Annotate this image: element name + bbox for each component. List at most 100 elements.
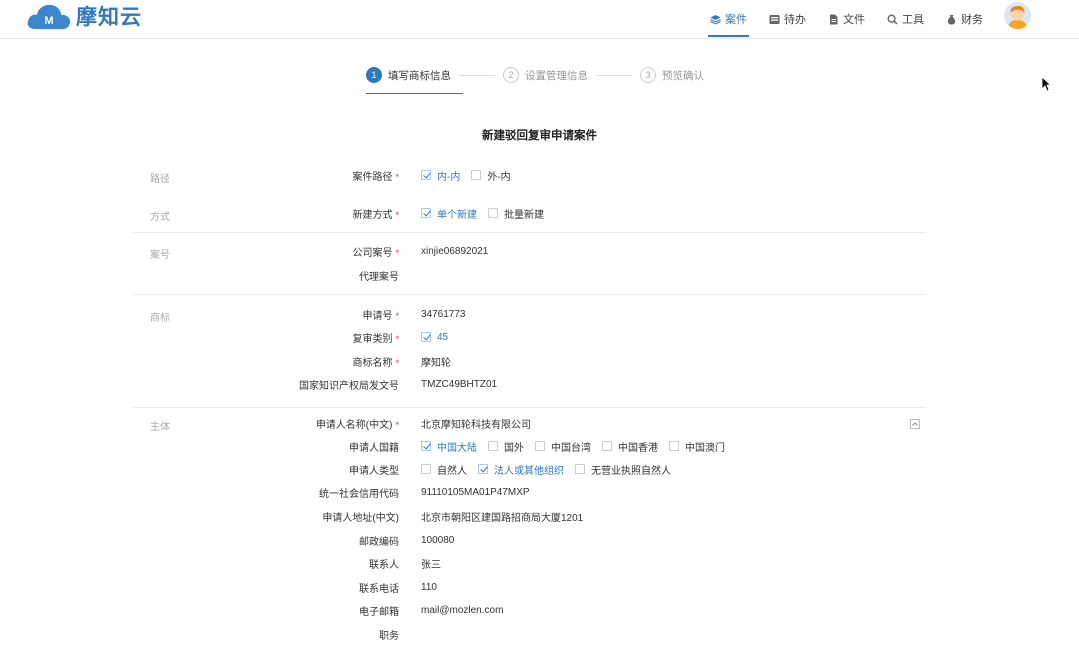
field-label: 申请号 * — [362, 310, 399, 322]
case-route-row: 案件路径 * 内-内 外-内 — [0, 167, 1079, 183]
checkbox[interactable] — [535, 441, 545, 451]
checkbox-option-inner[interactable]: 内-内 — [421, 168, 460, 183]
contact-row: 联系人 张三 — [0, 555, 1079, 571]
email-value[interactable]: mail@mozlen.com — [421, 605, 503, 616]
company-case-no-value[interactable]: xinjie06892021 — [421, 246, 488, 257]
contact-value[interactable]: 张三 — [421, 556, 441, 571]
field-label: 申请人地址(中文) — [322, 512, 399, 524]
step-label: 预览确认 — [662, 69, 704, 82]
checkbox-checked[interactable] — [421, 332, 431, 342]
cnipa-doc-no-row: 国家知识产权局发文号 TMZC49BHTZ01 — [0, 376, 1079, 392]
checkbox[interactable] — [669, 441, 679, 451]
review-class-row: 复审类别 * 45 — [0, 329, 1079, 345]
applicant-name-row: 申请人名称(中文) * 北京摩知轮科技有限公司 — [0, 415, 1079, 431]
step-label: 设置管理信息 — [525, 69, 588, 82]
applicant-type-row: 申请人类型 自然人 法人或其他组织 无营业执照自然人 — [0, 461, 1079, 477]
checkbox-option-legal-entity[interactable]: 法人或其他组织 — [478, 462, 564, 477]
agent-case-no-row: 代理案号 — [0, 267, 1079, 283]
step-number: 1 — [366, 67, 382, 83]
company-case-no-row: 公司案号 * xinjie06892021 — [0, 243, 1079, 259]
nav-label: 待办 — [784, 14, 806, 26]
address-row: 申请人地址(中文) 北京市朝阳区建国路招商局大厦1201 — [0, 508, 1079, 524]
nav-item-tools[interactable]: 工具 — [887, 0, 924, 38]
applicant-nationality-row: 申请人国籍 中国大陆 国外 中国台湾 中国香港 中国澳门 — [0, 438, 1079, 454]
checkbox[interactable] — [602, 441, 612, 451]
nav-label: 财务 — [961, 14, 983, 26]
field-label: 联系人 — [369, 559, 399, 571]
email-row: 电子邮箱 mail@mozlen.com — [0, 602, 1079, 618]
inbox-icon — [769, 14, 780, 25]
step-number: 2 — [503, 67, 519, 83]
checkbox-checked[interactable] — [421, 170, 431, 180]
step-label: 填写商标信息 — [388, 69, 451, 82]
step-2[interactable]: 2 设置管理信息 — [503, 67, 588, 83]
case-route-options: 内-内 外-内 — [421, 168, 522, 183]
phone-row: 联系电话 110 — [0, 579, 1079, 595]
postal-code-value[interactable]: 100080 — [421, 535, 454, 546]
create-method-options: 单个新建 批量新建 — [421, 206, 555, 221]
field-label: 公司案号 * — [352, 247, 399, 259]
field-label: 商标名称 * — [352, 357, 399, 369]
field-label: 案件路径 * — [352, 171, 399, 183]
field-label: 申请人国籍 — [349, 442, 399, 454]
checkbox-option-macau[interactable]: 中国澳门 — [669, 439, 725, 454]
field-label: 邮政编码 — [359, 536, 399, 548]
trademark-name-value[interactable]: 摩知轮 — [421, 354, 451, 369]
nav-item-todo[interactable]: 待办 — [769, 0, 806, 38]
checkbox[interactable] — [488, 208, 498, 218]
logo[interactable]: M 摩知云 — [26, 1, 142, 31]
checkbox-option-taiwan[interactable]: 中国台湾 — [535, 439, 591, 454]
step-connector — [596, 74, 632, 76]
layers-icon — [710, 14, 721, 25]
progress-steps: 1 填写商标信息 2 设置管理信息 3 预览确认 — [366, 66, 704, 84]
cnipa-doc-no-value[interactable]: TMZC49BHTZ01 — [421, 379, 497, 390]
checkbox[interactable] — [575, 464, 585, 474]
step-number: 3 — [640, 67, 656, 83]
checkbox-checked[interactable] — [421, 441, 431, 451]
field-label: 新建方式 * — [352, 209, 399, 221]
phone-value[interactable]: 110 — [421, 582, 437, 593]
field-label: 统一社会信用代码 — [319, 488, 399, 500]
position-row: 职务 — [0, 626, 1079, 642]
step-3[interactable]: 3 预览确认 — [640, 67, 704, 83]
nav-item-files[interactable]: 文件 — [828, 0, 865, 38]
section-divider — [133, 232, 926, 233]
step-1[interactable]: 1 填写商标信息 — [366, 67, 451, 83]
checkbox-checked[interactable] — [478, 464, 488, 474]
main-nav: 案件 待办 文件 工具 财务 — [688, 0, 983, 38]
checkbox[interactable] — [421, 464, 431, 474]
nav-item-cases[interactable]: 案件 — [708, 0, 749, 38]
checkbox-option-foreign[interactable]: 国外 — [488, 439, 524, 454]
nav-item-finance[interactable]: 财务 — [946, 0, 983, 38]
applicant-name-value[interactable]: 北京摩知轮科技有限公司 — [421, 416, 531, 431]
user-avatar[interactable] — [1004, 2, 1031, 29]
file-icon — [828, 14, 839, 25]
money-bag-icon — [946, 14, 957, 25]
cloud-logo-icon: M — [26, 2, 72, 30]
application-no-value[interactable]: 34761773 — [421, 309, 466, 320]
postal-code-row: 邮政编码 100080 — [0, 532, 1079, 548]
section-divider — [133, 294, 926, 295]
checkbox-option-hongkong[interactable]: 中国香港 — [602, 439, 658, 454]
checkbox[interactable] — [471, 170, 482, 180]
review-class-options: 45 — [421, 332, 459, 343]
credit-code-value[interactable]: 91110105MA01P47MXP — [421, 487, 530, 498]
checkbox-option-outer[interactable]: 外-内 — [471, 168, 511, 183]
checkbox-option-natural-person[interactable]: 自然人 — [421, 462, 467, 477]
checkbox-option-mainland[interactable]: 中国大陆 — [421, 439, 477, 454]
active-step-underline — [366, 93, 463, 94]
checkbox-option-batch[interactable]: 批量新建 — [488, 206, 544, 221]
checkbox[interactable] — [488, 441, 498, 451]
checkbox-option-class-45[interactable]: 45 — [421, 332, 448, 343]
checkbox-option-single[interactable]: 单个新建 — [421, 206, 477, 221]
logo-mark: M — [44, 15, 53, 27]
checkbox-option-unlicensed-person[interactable]: 无营业执照自然人 — [575, 462, 671, 477]
nav-label: 案件 — [725, 14, 747, 26]
step-connector — [459, 74, 495, 76]
checkbox-checked[interactable] — [421, 208, 431, 218]
address-value[interactable]: 北京市朝阳区建国路招商局大厦1201 — [421, 509, 583, 524]
field-label: 国家知识产权局发文号 — [299, 380, 399, 392]
nav-label: 工具 — [902, 14, 924, 26]
field-label: 电子邮箱 — [359, 606, 399, 618]
applicant-type-options: 自然人 法人或其他组织 无营业执照自然人 — [421, 462, 682, 477]
